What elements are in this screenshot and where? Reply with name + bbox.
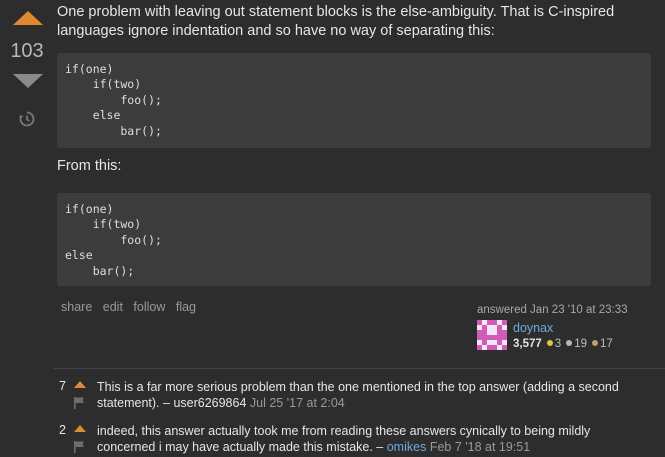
gold-badge-icon [546, 340, 553, 347]
downvote-arrow-icon[interactable] [13, 74, 43, 88]
user-signature: answered Jan 23 '10 at 23:33 doynax 3,57… [477, 304, 665, 350]
follow-link[interactable]: follow [133, 300, 165, 314]
user-avatar[interactable] [477, 320, 507, 350]
code-block-2: if(one) if(two) foo(); else bar(); [57, 193, 651, 286]
comment-date[interactable]: Feb 7 '18 at 19:51 [430, 440, 530, 454]
code-block-1: if(one) if(two) foo(); else bar(); [57, 53, 651, 148]
silver-badge-count: 19 [574, 338, 587, 350]
comment-body: This is a far more serious problem than … [97, 379, 637, 411]
user-reputation: 3,577 3 19 17 [513, 338, 613, 350]
comment-upvote-icon[interactable] [74, 425, 86, 432]
reputation-score: 3,577 [513, 338, 542, 350]
answered-time[interactable]: answered Jan 23 '10 at 23:33 [477, 304, 665, 316]
user-name-link[interactable]: doynax [513, 321, 553, 335]
comment-upvote-icon[interactable] [74, 381, 86, 388]
vote-count: 103 [10, 40, 44, 62]
comment-body: indeed, this answer actually took me fro… [97, 423, 637, 455]
upvote-arrow-icon[interactable] [13, 11, 43, 25]
flag-link[interactable]: flag [176, 300, 196, 314]
flag-icon[interactable] [74, 441, 85, 453]
answer-page: 103 One problem with leaving out stateme… [0, 0, 665, 457]
comments-divider [54, 368, 665, 369]
history-icon[interactable] [18, 110, 36, 128]
flag-icon[interactable] [74, 397, 85, 409]
comment-separator: – [372, 440, 387, 454]
comment-separator: – [159, 396, 174, 410]
share-link[interactable]: share [61, 300, 92, 314]
comment-score: 2 [59, 423, 66, 437]
edit-link[interactable]: edit [103, 300, 123, 314]
bronze-badge-icon [591, 340, 598, 347]
post-between-text: From this: [57, 158, 122, 174]
comment-user-link[interactable]: omikes [387, 440, 427, 454]
silver-badge-icon [566, 340, 573, 347]
comment-date[interactable]: Jul 25 '17 at 2:04 [250, 396, 345, 410]
post-menu: share edit follow flag [61, 300, 203, 314]
comment-user-link[interactable]: user6269864 [173, 396, 246, 410]
post-intro-text: One problem with leaving out statement b… [57, 4, 615, 39]
bronze-badge-count: 17 [599, 338, 613, 350]
gold-badge-count: 3 [554, 338, 562, 350]
comment-score: 7 [59, 379, 66, 393]
